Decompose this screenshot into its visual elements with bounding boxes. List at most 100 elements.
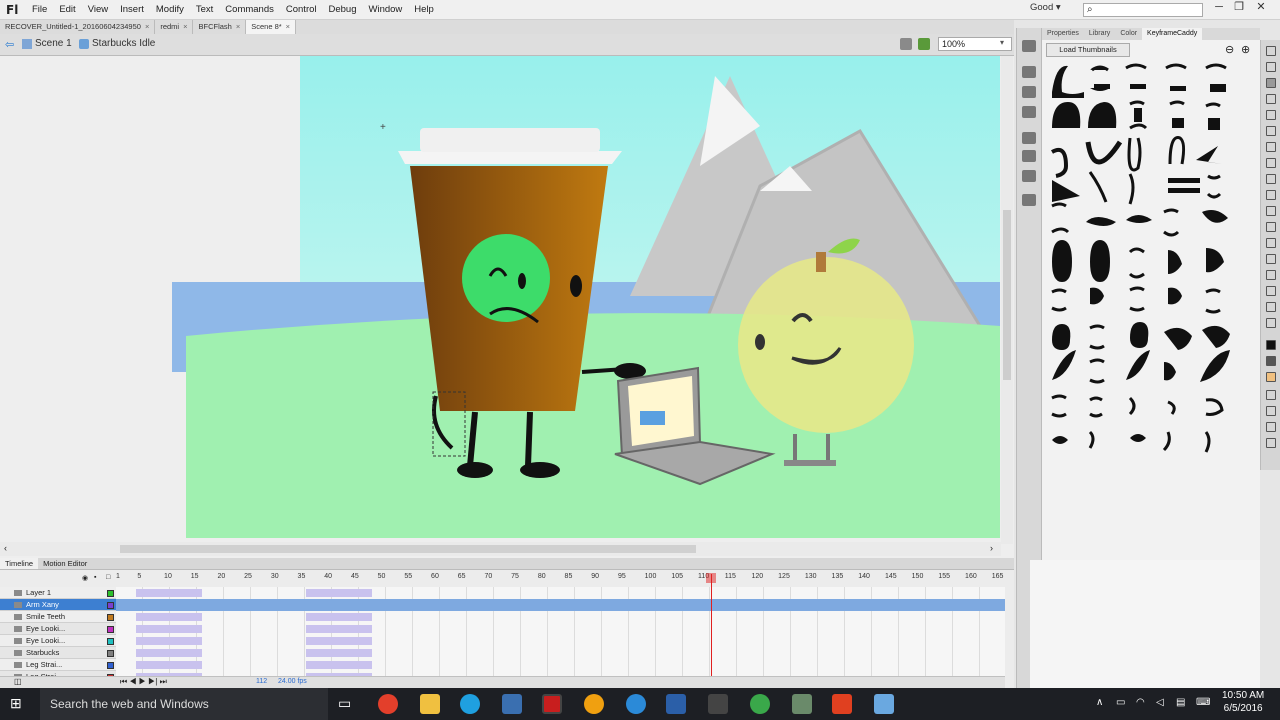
- tween-span[interactable]: [136, 637, 202, 645]
- app-icon[interactable]: [874, 694, 894, 714]
- app-icon[interactable]: [708, 694, 728, 714]
- hand-tool-icon[interactable]: [1266, 302, 1276, 312]
- tween-span[interactable]: [306, 661, 372, 669]
- flash-icon[interactable]: [542, 694, 562, 714]
- menu-commands[interactable]: Commands: [219, 0, 280, 20]
- doc-tab-active[interactable]: Scene 8* ×: [246, 20, 297, 34]
- volume-icon[interactable]: ◁: [1156, 697, 1164, 708]
- scrollbar-thumb[interactable]: [120, 545, 696, 553]
- skype-icon[interactable]: [460, 694, 480, 714]
- tween-span[interactable]: [306, 649, 372, 657]
- menu-view[interactable]: View: [82, 0, 114, 20]
- tween-span[interactable]: [136, 589, 202, 597]
- tab-motion-editor[interactable]: Motion Editor: [38, 558, 92, 569]
- timeline-layer-row[interactable]: Eye Looki...: [0, 623, 1005, 635]
- eraser-tool-icon[interactable]: [1266, 286, 1276, 296]
- layer-frames[interactable]: [116, 599, 1005, 611]
- tab-library[interactable]: Library: [1084, 28, 1115, 40]
- app-icon[interactable]: [792, 694, 812, 714]
- layer-frames[interactable]: [116, 587, 1005, 599]
- tween-span[interactable]: [306, 589, 372, 597]
- play-controls[interactable]: ⏮ ◀ ▶ ▶| ⏭: [120, 677, 167, 687]
- edit-scene-icon[interactable]: [900, 38, 912, 50]
- back-arrow-icon[interactable]: ⇦: [5, 38, 14, 51]
- menu-modify[interactable]: Modify: [150, 0, 190, 20]
- layer-color-swatch[interactable]: [107, 626, 114, 633]
- layer-frames[interactable]: [116, 659, 1005, 671]
- subselection-tool-icon[interactable]: [1266, 62, 1276, 72]
- selection-tool-icon[interactable]: [1266, 46, 1276, 56]
- mouth-thumbnail-grid[interactable]: [1046, 62, 1231, 462]
- pencil-tool-icon[interactable]: [1266, 190, 1276, 200]
- edit-symbols-icon[interactable]: [918, 38, 930, 50]
- restore-button[interactable]: ❐: [1230, 0, 1248, 16]
- tween-span[interactable]: [136, 649, 202, 657]
- app-icon[interactable]: [832, 694, 852, 714]
- layer-name[interactable]: Leg Strai...: [26, 659, 68, 671]
- line-tool-icon[interactable]: [1266, 158, 1276, 168]
- tween-span[interactable]: [306, 625, 372, 633]
- frame-rate[interactable]: 24.00 fps: [278, 678, 307, 685]
- task-view-icon[interactable]: ▭: [338, 695, 351, 712]
- outline-icon[interactable]: □: [106, 574, 110, 581]
- close-icon[interactable]: ×: [236, 22, 240, 31]
- properties-icon[interactable]: [1022, 40, 1036, 52]
- layer-name[interactable]: Layer 1: [26, 587, 68, 599]
- app-icon[interactable]: [584, 694, 604, 714]
- align-icon[interactable]: [1022, 106, 1036, 118]
- playhead[interactable]: [711, 574, 712, 684]
- eye-icon[interactable]: ◉: [82, 574, 88, 582]
- lasso-tool-icon[interactable]: [1266, 110, 1276, 120]
- layer-color-swatch[interactable]: [107, 662, 114, 669]
- layer-color-swatch[interactable]: [107, 650, 114, 657]
- menu-window[interactable]: Window: [363, 0, 409, 20]
- zoom-out-icon[interactable]: ⊖: [1225, 43, 1234, 56]
- menu-control[interactable]: Control: [280, 0, 323, 20]
- layer-color-swatch[interactable]: [107, 614, 114, 621]
- fill-color-icon[interactable]: [1266, 372, 1276, 382]
- scroll-left-icon[interactable]: ‹: [4, 543, 7, 553]
- tween-span[interactable]: [136, 661, 202, 669]
- maps-icon[interactable]: [750, 694, 770, 714]
- library-icon[interactable]: [1022, 132, 1036, 144]
- breadcrumb-symbol[interactable]: Starbucks Idle: [92, 38, 155, 49]
- breadcrumb-scene[interactable]: Scene 1: [35, 38, 72, 49]
- menu-help[interactable]: Help: [408, 0, 440, 20]
- menu-text[interactable]: Text: [190, 0, 219, 20]
- layer-frames[interactable]: [116, 635, 1005, 647]
- app-icon[interactable]: [626, 694, 646, 714]
- tab-keyframe-caddy[interactable]: KeyframeCaddy: [1142, 28, 1203, 40]
- layer-name[interactable]: Eye Looki...: [26, 635, 68, 647]
- layer-name[interactable]: Starbucks: [26, 647, 68, 659]
- menu-file[interactable]: File: [26, 0, 53, 20]
- playhead-handle[interactable]: [706, 573, 716, 583]
- layer-color-swatch[interactable]: [107, 602, 114, 609]
- lock-icon[interactable]: ▪: [94, 574, 96, 581]
- system-clock[interactable]: 10:50 AM 6/5/2016: [1222, 689, 1264, 715]
- zoom-tool-icon[interactable]: [1266, 318, 1276, 328]
- network-icon[interactable]: ▭: [1116, 697, 1125, 708]
- scroll-right-icon[interactable]: ›: [990, 543, 993, 553]
- load-thumbnails-button[interactable]: Load Thumbnails: [1046, 43, 1130, 57]
- close-button[interactable]: ✕: [1252, 0, 1270, 16]
- layer-name[interactable]: Smile Teeth: [26, 611, 68, 623]
- current-frame[interactable]: 112: [256, 678, 267, 685]
- new-layer-icon[interactable]: ◫: [14, 677, 22, 686]
- stage-area[interactable]: +: [0, 56, 1014, 558]
- tab-properties[interactable]: Properties: [1042, 28, 1084, 40]
- tween-span[interactable]: [306, 637, 372, 645]
- stroke-color-icon[interactable]: [1266, 340, 1276, 350]
- straighten-icon[interactable]: [1266, 422, 1276, 432]
- timeline-layer-row[interactable]: Starbucks: [0, 647, 1005, 659]
- components-icon[interactable]: [1022, 150, 1036, 162]
- pen-tool-icon[interactable]: [1266, 126, 1276, 136]
- brush-tool-icon[interactable]: [1266, 206, 1276, 216]
- doc-tab[interactable]: redmi ×: [155, 20, 194, 34]
- word-icon[interactable]: [666, 694, 686, 714]
- doc-tab[interactable]: BFCFlash ×: [193, 20, 247, 34]
- timeline-layer-row[interactable]: Arm Xany: [0, 599, 1005, 611]
- notifications-icon[interactable]: ▤: [1176, 697, 1185, 708]
- layer-frames[interactable]: [116, 647, 1005, 659]
- tab-timeline[interactable]: Timeline: [0, 558, 39, 569]
- scrollbar-thumb[interactable]: [1003, 210, 1011, 380]
